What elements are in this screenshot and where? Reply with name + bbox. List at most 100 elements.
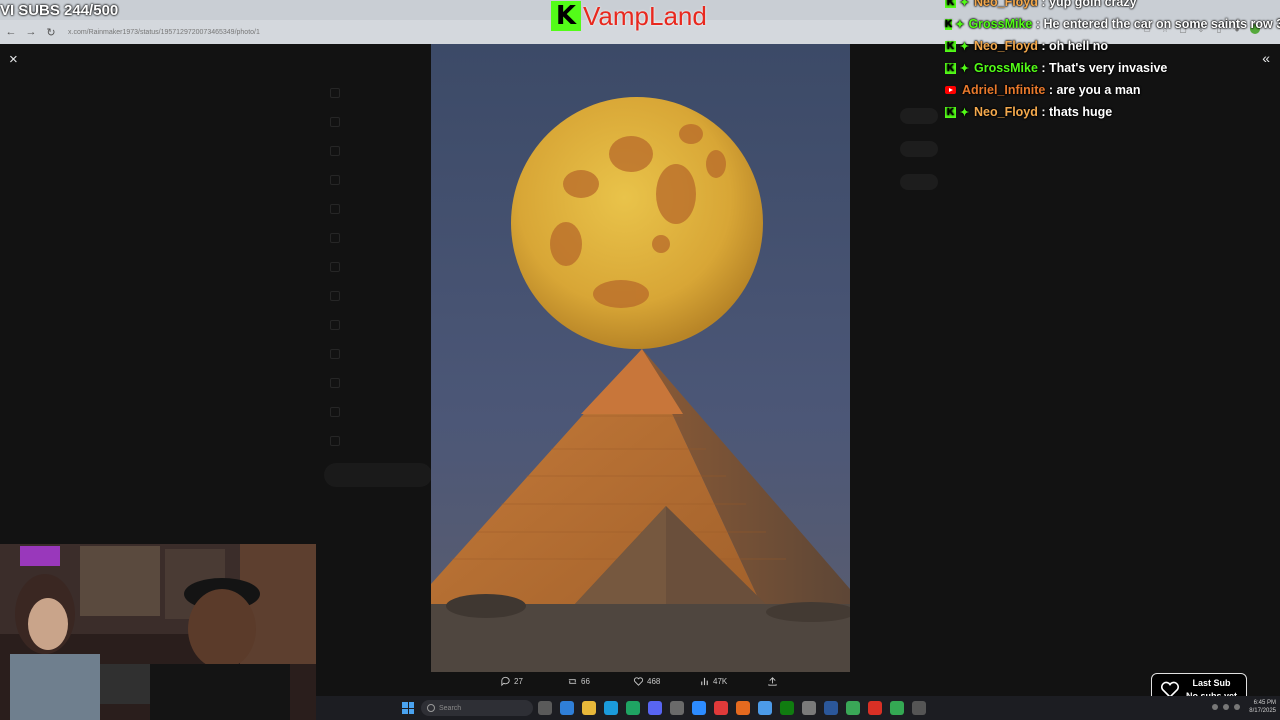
chat-message: K ✦ Neo_Floyd : oh hell no — [945, 35, 1280, 57]
back-button[interactable]: ← — [2, 23, 20, 41]
channel-name: VampLand — [583, 0, 707, 31]
windows-taskbar: Search 6:45 PM 8/17/2025 — [316, 696, 1280, 720]
windows-start-icon[interactable] — [402, 702, 414, 714]
edge-icon[interactable] — [560, 701, 574, 715]
kick-badge-icon: K — [945, 106, 956, 118]
chat-message: Adriel_Infinite : are you a man — [945, 79, 1280, 101]
chat-username[interactable]: Neo_Floyd — [974, 105, 1038, 119]
chat-username[interactable]: Neo_Floyd — [974, 39, 1038, 53]
xbox-icon[interactable] — [780, 701, 794, 715]
sparkle-badge-icon: ✦ — [959, 40, 970, 53]
steam-icon[interactable] — [604, 701, 618, 715]
discord-icon[interactable] — [648, 701, 662, 715]
youtube-badge-icon — [945, 86, 956, 94]
app-blue-icon[interactable] — [692, 701, 706, 715]
chat-text: He entered the car on some saints row 3 — [1043, 17, 1280, 31]
dimmed-nav-item — [330, 252, 420, 281]
subs-prefix: VI — [0, 1, 15, 19]
repost-count: 66 — [581, 677, 590, 686]
app-green-icon[interactable] — [626, 701, 640, 715]
tweet-action-bar: 27 66 468 47K — [500, 676, 778, 687]
chat-text: oh hell no — [1049, 39, 1109, 53]
chat-separator: : — [1037, 61, 1050, 75]
webcam-illustration — [0, 544, 316, 720]
like-button[interactable]: 468 — [633, 676, 699, 687]
dimmed-nav-item — [330, 223, 420, 252]
chat-message: K ✦ GrossMike : That's very invasive — [945, 57, 1280, 79]
reply-bubble-icon — [501, 676, 510, 687]
chat-separator: : — [1045, 83, 1057, 97]
share-button[interactable] — [767, 676, 778, 687]
stream-screen: ← → ↻ x.com/Rainmaker1973/status/1957129… — [0, 0, 1280, 720]
chat-username[interactable]: Neo_Floyd — [974, 0, 1038, 9]
moon-pyramid-photo — [431, 44, 850, 672]
chat-text: are you a man — [1056, 83, 1141, 97]
sparkle-badge-icon: ✦ — [955, 18, 965, 31]
app-gray2-icon[interactable] — [802, 701, 816, 715]
bar-chart-icon — [701, 677, 708, 686]
chrome-icon[interactable] — [846, 701, 860, 715]
dimmed-nav-item — [330, 397, 420, 426]
taskbar-search[interactable]: Search — [421, 700, 533, 716]
dimmed-nav-item — [330, 426, 420, 455]
kick-badge-icon: K — [945, 62, 956, 74]
dimmed-follow-pill — [900, 108, 938, 124]
reload-button[interactable]: ↻ — [42, 23, 60, 41]
channel-logo: K VampLand — [551, 0, 707, 32]
app-gray-icon[interactable] — [670, 701, 684, 715]
taskbar-pinned-apps — [538, 701, 926, 715]
sparkle-badge-icon: ✦ — [959, 62, 970, 75]
sparkle-badge-icon: ✦ — [959, 0, 970, 9]
webcam-feed — [0, 544, 316, 720]
taskbar-clock[interactable]: 6:45 PM 8/17/2025 — [1249, 699, 1276, 715]
like-count: 468 — [647, 677, 661, 686]
subs-goal-counter: VI SUBS 244/500 — [0, 0, 118, 20]
reply-button[interactable]: 27 — [500, 676, 567, 687]
kick-badge-icon: K — [945, 40, 956, 52]
file-explorer-icon[interactable] — [582, 701, 596, 715]
dimmed-sidebar-nav — [330, 78, 420, 455]
app-red2-icon[interactable] — [868, 701, 882, 715]
chat-username[interactable]: GrossMike — [974, 61, 1038, 75]
sparkle-badge-icon: ✦ — [959, 106, 970, 119]
chat-separator: : — [1032, 17, 1044, 31]
dimmed-nav-item — [330, 107, 420, 136]
app-orange-icon[interactable] — [736, 701, 750, 715]
heart-icon — [633, 677, 644, 686]
chat-text: That's very invasive — [1049, 61, 1168, 75]
view-count: 47K — [713, 677, 728, 686]
chat-separator: : — [1037, 39, 1050, 53]
chat-overlay: K ✦ Neo_Floyd : yup goin crazy K ✦ GrossMike … — [945, 0, 1280, 123]
task-view-icon[interactable] — [538, 701, 552, 715]
chat-message: K ✦ Neo_Floyd : yup goin crazy — [945, 0, 1280, 13]
forward-button[interactable]: → — [22, 23, 40, 41]
subs-goal-label: SUBS 244/500 — [18, 1, 119, 19]
kick-badge-icon: K — [945, 0, 956, 8]
repost-button[interactable]: 66 — [567, 676, 633, 687]
address-bar[interactable]: x.com/Rainmaker1973/status/1957129720073… — [68, 29, 260, 36]
dimmed-post-button — [324, 463, 432, 487]
close-viewer-icon[interactable]: × — [9, 51, 18, 68]
app-dark-icon[interactable] — [912, 701, 926, 715]
chat-separator: : — [1037, 105, 1050, 119]
kick-badge-icon: K — [945, 18, 953, 30]
kick-logo-icon: K — [551, 1, 581, 31]
word-icon[interactable] — [824, 701, 838, 715]
chat-username[interactable]: Adriel_Infinite — [962, 83, 1045, 97]
dimmed-nav-item — [330, 368, 420, 397]
tray-icon[interactable] — [1234, 704, 1240, 710]
chat-username[interactable]: GrossMike — [968, 17, 1032, 31]
views-button[interactable]: 47K — [699, 676, 767, 687]
repost-arrows-icon — [568, 679, 577, 684]
chat-text: thats huge — [1049, 105, 1113, 119]
dimmed-follow-pill — [900, 141, 938, 157]
dimmed-nav-item — [330, 339, 420, 368]
app-red-icon[interactable] — [714, 701, 728, 715]
app-lightblue-icon[interactable] — [758, 701, 772, 715]
dimmed-nav-item — [330, 194, 420, 223]
tray-icon[interactable] — [1212, 704, 1218, 710]
reply-count: 27 — [514, 677, 523, 686]
tray-icon[interactable] — [1223, 704, 1229, 710]
chrome-profile-icon[interactable] — [890, 701, 904, 715]
dimmed-nav-item — [330, 310, 420, 339]
